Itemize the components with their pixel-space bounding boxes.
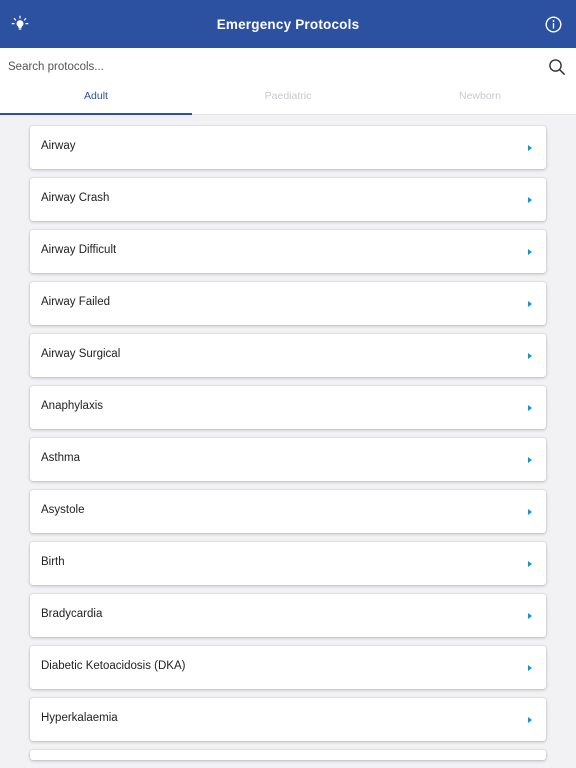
info-icon bbox=[544, 15, 562, 33]
list-item-label: Hyperkalaemia bbox=[41, 712, 118, 724]
list-item[interactable]: Bradycardia bbox=[30, 594, 546, 637]
protocol-list: Airway Airway Crash Airway Difficult Air… bbox=[30, 126, 546, 768]
chevron-right-icon bbox=[528, 145, 532, 151]
list-item-partial[interactable] bbox=[30, 750, 546, 760]
list-item[interactable]: Airway bbox=[30, 126, 546, 169]
tab-adult[interactable]: Adult bbox=[0, 86, 192, 115]
list-item[interactable]: Asthma bbox=[30, 438, 546, 481]
list-item-label: Diabetic Ketoacidosis (DKA) bbox=[41, 660, 186, 672]
chevron-right-icon bbox=[528, 249, 532, 255]
tab-bar: Adult Paediatric Newborn bbox=[0, 86, 576, 115]
tab-newborn[interactable]: Newborn bbox=[384, 86, 576, 114]
list-item-label: Airway Failed bbox=[41, 296, 111, 308]
list-item-label: Bradycardia bbox=[41, 608, 103, 620]
chevron-right-icon bbox=[528, 405, 532, 411]
chevron-right-icon bbox=[528, 197, 532, 203]
list-item[interactable]: Airway Surgical bbox=[30, 334, 546, 377]
search-bar bbox=[0, 48, 576, 86]
chevron-right-icon bbox=[528, 665, 532, 671]
list-item[interactable]: Airway Failed bbox=[30, 282, 546, 325]
list-item[interactable]: Airway Crash bbox=[30, 178, 546, 221]
chevron-right-icon bbox=[528, 561, 532, 567]
list-item-label: Asystole bbox=[41, 504, 85, 516]
list-item[interactable]: Anaphylaxis bbox=[30, 386, 546, 429]
list-item-label: Airway Difficult bbox=[41, 244, 117, 256]
list-item[interactable]: Diabetic Ketoacidosis (DKA) bbox=[30, 646, 546, 689]
list-item-label: Birth bbox=[41, 556, 65, 568]
chevron-right-icon bbox=[528, 301, 532, 307]
list-item[interactable]: Hyperkalaemia bbox=[30, 698, 546, 741]
app-header: Emergency Protocols bbox=[0, 0, 576, 48]
list-item-label: Airway bbox=[41, 140, 76, 152]
search-icon[interactable] bbox=[548, 58, 566, 76]
lightbulb-icon bbox=[11, 15, 29, 30]
list-item-label: Asthma bbox=[41, 452, 80, 464]
list-item-label: Airway Surgical bbox=[41, 348, 121, 360]
list-item-label: Anaphylaxis bbox=[41, 400, 104, 412]
tab-paediatric[interactable]: Paediatric bbox=[192, 86, 384, 114]
chevron-right-icon bbox=[528, 457, 532, 463]
page-title: Emergency Protocols bbox=[216, 16, 360, 32]
search-input[interactable] bbox=[8, 58, 528, 76]
list-item[interactable]: Airway Difficult bbox=[30, 230, 546, 273]
chevron-right-icon bbox=[528, 717, 532, 723]
lightbulb-button[interactable] bbox=[8, 12, 32, 36]
chevron-right-icon bbox=[528, 353, 532, 359]
info-button[interactable] bbox=[541, 12, 565, 36]
list-item-label: Airway Crash bbox=[41, 192, 110, 204]
chevron-right-icon bbox=[528, 509, 532, 515]
list-item[interactable]: Asystole bbox=[30, 490, 546, 533]
list-item[interactable]: Birth bbox=[30, 542, 546, 585]
chevron-right-icon bbox=[528, 613, 532, 619]
